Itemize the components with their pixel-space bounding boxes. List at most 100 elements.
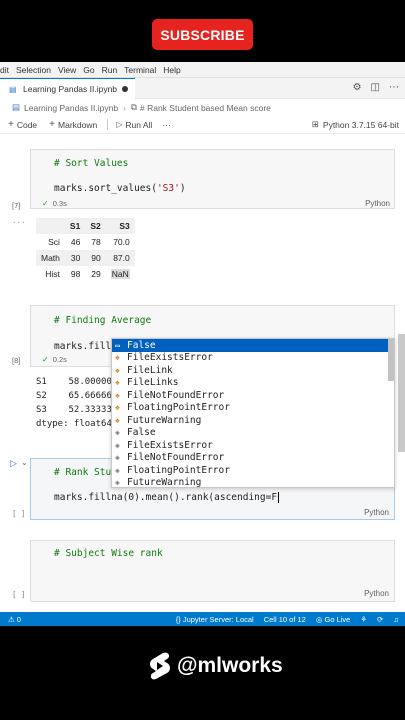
breadcrumb: ▤ Learning Pandas II.ipynb › ⧉ # Rank St…	[0, 99, 405, 116]
top-band: SUBSCRIBE	[0, 0, 405, 62]
go-live-label: Go Live	[324, 614, 351, 624]
menu-help[interactable]: Help	[163, 65, 180, 75]
execution-count: [ ]	[12, 590, 26, 599]
table-cell: 78	[91, 237, 101, 247]
run-all-icon: ▷	[116, 120, 123, 129]
cell-line-code[interactable]: marks.fillna(0).mean().rank(ascending=F	[54, 492, 280, 503]
suggestion-item[interactable]: ❖ FileNotFoundError	[112, 389, 394, 402]
table-header: S1	[64, 218, 86, 234]
value-icon: ◈	[115, 428, 120, 438]
menu-view[interactable]: View	[58, 65, 76, 75]
output-line: S3 52.33333	[36, 405, 112, 415]
run-all-label: Run All	[125, 119, 153, 130]
add-code-button[interactable]: + Code	[8, 119, 37, 130]
class-icon: ❖	[115, 365, 120, 375]
table-cell: 46	[70, 237, 81, 247]
suggestion-item[interactable]: ◈ False	[112, 427, 394, 440]
unsaved-dot-icon[interactable]	[122, 86, 128, 92]
cell-status: ✓ 0.2s	[42, 355, 67, 364]
chevron-right-icon: ›	[123, 102, 126, 113]
table-cell: 29	[91, 269, 101, 279]
suggestion-item[interactable]: ❖ FutureWarning	[112, 414, 394, 427]
cell-line-comment: # Subject Wise rank	[54, 548, 163, 559]
watermark-handle: @mlworks	[177, 654, 283, 677]
output-line: S2 65.66666	[36, 391, 112, 401]
check-icon: ✓	[42, 199, 49, 208]
suggestion-item[interactable]: ❖ FileLink	[112, 364, 394, 377]
table-cell: Hist	[45, 269, 60, 279]
suggestion-item[interactable]: ◈ FileExistsError	[112, 439, 394, 452]
add-markdown-label: Markdown	[58, 119, 98, 130]
tab-notebook[interactable]: ▤ Learning Pandas II.ipynb	[0, 78, 135, 99]
menu-edit[interactable]: dit	[0, 65, 9, 75]
kernel-picker[interactable]: ⊞ Python 3.7.15 64-bit	[312, 119, 399, 130]
breadcrumb-file-icon: ▤	[12, 102, 21, 112]
menu-run[interactable]: Run	[102, 65, 118, 75]
code-cell-sort[interactable]: # Sort Values marks.sort_values('S3')	[30, 149, 395, 209]
jupyter-server-status[interactable]: {} Jupyter Server: Local	[176, 615, 254, 624]
subscribe-button[interactable]: SUBSCRIBE	[152, 19, 253, 50]
breadcrumb-section[interactable]: # Rank Student based Mean score	[140, 103, 271, 113]
bell-icon[interactable]: ♫	[393, 615, 399, 624]
table-cell: Sci	[48, 237, 60, 247]
breadcrumb-symbol-icon: ⧉	[130, 102, 137, 112]
output-ellipsis-icon[interactable]: ···	[12, 218, 26, 227]
menu-bar: dit Selection View Go Run Terminal Help	[0, 62, 405, 78]
add-code-label: Code	[16, 119, 38, 130]
table-cell: Math	[36, 250, 65, 266]
status-bar: ⚠ 0 {} Jupyter Server: Local Cell 10 of …	[0, 612, 405, 626]
notebook-icon: ▤	[9, 84, 17, 94]
suggestion-item[interactable]: ◈ FutureWarning	[112, 477, 394, 487]
run-cell-icon[interactable]: ▷	[10, 459, 17, 469]
table-header-row: S1 S2 S3	[36, 218, 135, 234]
execution-count: [7]	[12, 201, 21, 210]
add-markdown-button[interactable]: + Markdown	[49, 119, 97, 130]
suggestion-scrollbar[interactable]	[388, 339, 394, 381]
execution-count: [ ]	[12, 509, 26, 518]
broadcast-icon: ◎	[315, 614, 323, 624]
suggestion-item[interactable]: ❖ FileExistsError	[112, 352, 394, 365]
kernel-icon: ⊞	[311, 119, 319, 129]
editor-actions: ⚙ ◫ ⋯	[353, 82, 399, 93]
suggestion-item[interactable]: ◈ FileNotFoundError	[112, 452, 394, 465]
toolbar-more-button[interactable]: ···	[162, 120, 171, 130]
value-icon: ◈	[115, 465, 120, 475]
suggestion-item[interactable]: ◈ FloatingPointError	[112, 464, 394, 477]
problems-indicator[interactable]: ⚠ 0	[8, 615, 21, 624]
table-row: Hist 98 29 NaN	[36, 266, 135, 282]
table-cell: NaN	[106, 266, 135, 282]
breadcrumb-file[interactable]: Learning Pandas II.ipynb	[24, 103, 118, 113]
editor-scrollbar[interactable]	[398, 334, 405, 452]
suggestion-item[interactable]: ❖ FileLinks	[112, 377, 394, 390]
check-icon: ✓	[42, 355, 49, 364]
go-live-button[interactable]: ◎ Go Live	[316, 615, 351, 624]
watermark: @mlworks	[147, 651, 283, 681]
more-actions-icon[interactable]: ⋯	[389, 82, 399, 93]
split-editor-icon[interactable]: ◫	[371, 82, 380, 93]
cell-position[interactable]: Cell 10 of 12	[264, 615, 306, 624]
table-cell: 87.0	[105, 250, 135, 266]
menu-terminal[interactable]: Terminal	[124, 65, 156, 75]
suggestion-item[interactable]: ▭ False	[112, 339, 394, 352]
kernel-label: Python 3.7.15 64-bit	[322, 119, 399, 130]
cell-language[interactable]: Python	[365, 199, 390, 208]
menu-selection[interactable]: Selection	[16, 65, 51, 75]
shorts-logo-icon	[150, 652, 170, 680]
feedback-icon[interactable]: ⚘	[360, 615, 367, 624]
brackets-icon: {}	[175, 614, 181, 624]
menu-go[interactable]: Go	[83, 65, 94, 75]
sync-icon[interactable]: ⟳	[377, 615, 383, 624]
cell-language[interactable]: Python	[364, 508, 389, 517]
plus-icon: +	[49, 119, 56, 130]
output-line: dtype: float64	[36, 419, 112, 429]
chevron-down-icon[interactable]: ⌄	[21, 458, 28, 467]
cell-line-comment: # Rank Stu	[54, 467, 112, 478]
suggestion-item[interactable]: ❖ FloatingPointError	[112, 402, 394, 415]
output-line: S1 58.00000	[36, 377, 112, 387]
gear-icon[interactable]: ⚙	[353, 82, 362, 93]
run-all-button[interactable]: ▷ Run All	[116, 120, 152, 130]
nan-value: NaN	[110, 269, 130, 279]
vscode-window: dit Selection View Go Run Terminal Help …	[0, 62, 405, 626]
code-cell-subject[interactable]: # Subject Wise rank Python	[30, 540, 395, 602]
cell-language[interactable]: Python	[364, 589, 389, 598]
